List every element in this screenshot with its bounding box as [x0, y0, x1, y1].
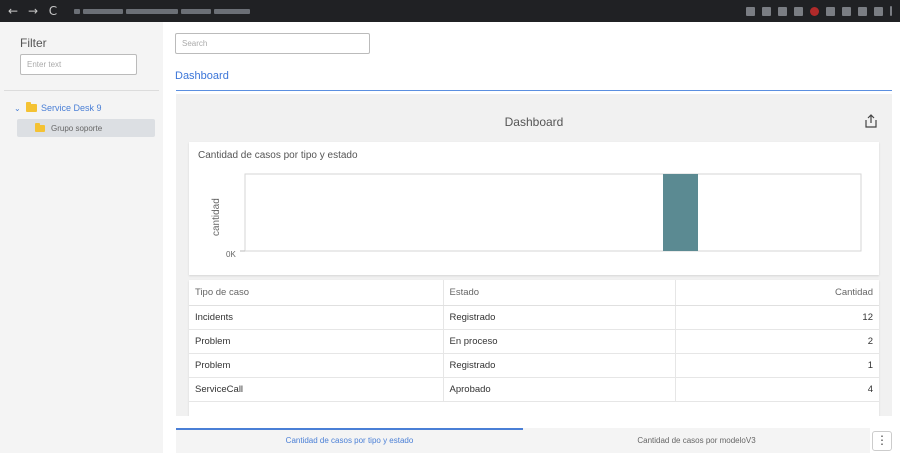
table-cell: 2	[675, 329, 879, 354]
table-row: Incidents Registrado 12	[189, 305, 879, 330]
plot-area	[244, 173, 862, 252]
back-icon[interactable]: ←	[4, 4, 22, 18]
sidebar-divider	[4, 90, 159, 91]
extension-icon[interactable]	[778, 6, 787, 16]
url-segment	[126, 8, 178, 14]
tree-node-label: Service Desk 9	[41, 103, 102, 113]
y-tick-label: 0K	[226, 250, 236, 259]
tree-node-grupo-soporte[interactable]: Grupo soporte	[17, 119, 155, 137]
sidebar: Filter ⌄ Service Desk 9 Grupo soporte	[0, 22, 163, 453]
table-row: Problem Registrado 1	[189, 353, 879, 378]
table-cell: En proceso	[443, 329, 676, 354]
extension-icon[interactable]	[746, 6, 755, 16]
tab-casos-modelo[interactable]: Cantidad de casos por modeloV3	[523, 436, 870, 445]
extension-icon[interactable]	[858, 6, 867, 16]
extension-icon[interactable]	[810, 6, 819, 16]
url-segment	[181, 8, 211, 14]
folder-icon	[35, 122, 45, 132]
column-header-estado[interactable]: Estado	[443, 280, 676, 306]
extension-icons	[746, 6, 892, 16]
table-cell: Registrado	[443, 305, 676, 330]
site-info-icon	[74, 8, 80, 14]
tree-node-service-desk[interactable]: ⌄ Service Desk 9	[14, 102, 102, 113]
browser-menu-icon[interactable]	[890, 6, 892, 16]
table-cell: Aprobado	[443, 377, 676, 402]
tab-dashboard[interactable]: Dashboard	[175, 70, 229, 82]
url-segment	[214, 8, 250, 14]
table-cell: 12	[675, 305, 879, 330]
active-tab-indicator	[176, 428, 523, 430]
table-header-row: Tipo de caso Estado Cantidad	[189, 280, 879, 306]
bar-chart: 0K cantidad	[211, 173, 862, 259]
data-table: Tipo de caso Estado Cantidad Incidents R…	[189, 280, 879, 402]
bottom-tab-bar: Cantidad de casos por tipo y estado Cant…	[176, 428, 870, 453]
table-row: Problem En proceso 2	[189, 329, 879, 354]
chart-card: Cantidad de casos por tipo y estado 0K c…	[189, 142, 879, 275]
profile-icon[interactable]	[874, 6, 883, 16]
table-cell: Problem	[189, 353, 444, 378]
table-cell: 4	[675, 377, 879, 402]
filter-input[interactable]	[20, 54, 137, 75]
table-cell: Problem	[189, 329, 444, 354]
reload-icon[interactable]: C	[44, 4, 62, 18]
share-icon[interactable]	[864, 114, 878, 128]
url-segment	[83, 8, 123, 14]
table-cell: Incidents	[189, 305, 444, 330]
search-input[interactable]	[175, 33, 370, 54]
forward-icon[interactable]: →	[24, 4, 42, 18]
tab-casos-tipo-estado[interactable]: Cantidad de casos por tipo y estado	[176, 436, 523, 445]
extension-icon[interactable]	[762, 6, 771, 16]
dashboard-panel: Dashboard Cantidad de casos por tipo y e…	[176, 94, 892, 416]
filter-title: Filter	[20, 36, 47, 50]
folder-icon	[26, 102, 37, 112]
address-bar[interactable]	[74, 5, 274, 17]
extension-icon[interactable]	[794, 6, 803, 16]
tree-node-label: Grupo soporte	[51, 123, 103, 133]
extension-icon[interactable]	[842, 6, 851, 16]
bar	[663, 174, 698, 251]
browser-nav: ← → C	[4, 4, 62, 18]
table-cell: Registrado	[443, 353, 676, 378]
table-row: ServiceCall Aprobado 4	[189, 377, 879, 402]
table-cell: 1	[675, 353, 879, 378]
chevron-down-icon[interactable]: ⌄	[14, 104, 22, 113]
panel-title: Dashboard	[504, 115, 564, 129]
browser-toolbar: ← → C	[0, 0, 900, 22]
table-cell: ServiceCall	[189, 377, 444, 402]
more-vertical-icon[interactable]: ⋮	[872, 431, 892, 451]
extension-icon[interactable]	[826, 6, 835, 16]
tab-underline	[176, 90, 892, 91]
column-header-cantidad[interactable]: Cantidad	[675, 280, 879, 306]
y-axis-label: cantidad	[211, 198, 222, 236]
column-header-tipo[interactable]: Tipo de caso	[189, 280, 444, 306]
data-table-card: Tipo de caso Estado Cantidad Incidents R…	[189, 280, 879, 416]
